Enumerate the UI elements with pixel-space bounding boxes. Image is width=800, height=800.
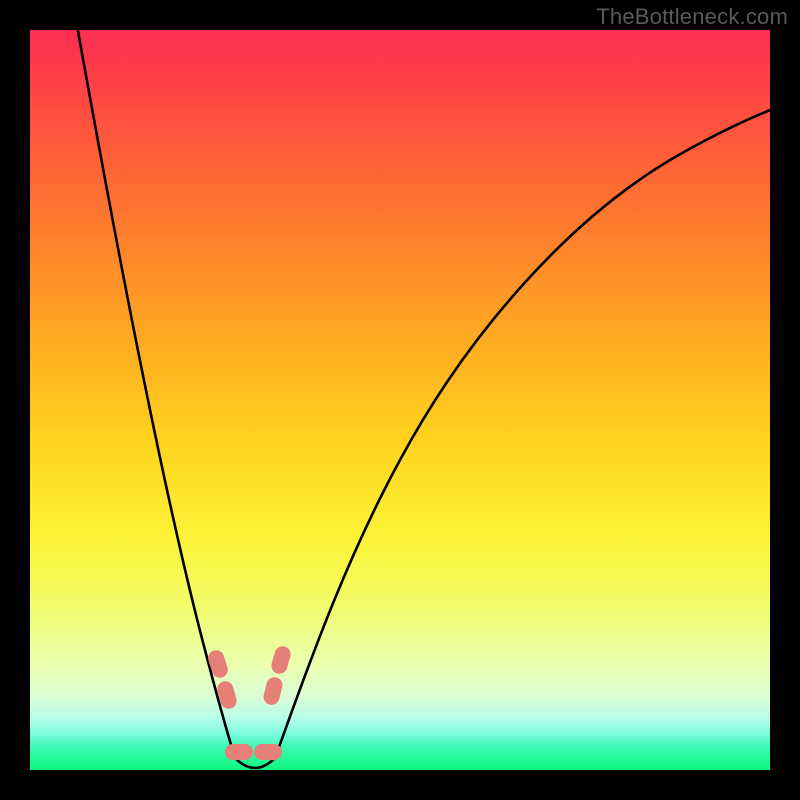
right-node-lower: [262, 675, 284, 706]
watermark-text: TheBottleneck.com: [596, 4, 788, 30]
base-node-right: [254, 744, 282, 760]
node-markers: [30, 30, 770, 770]
chart-frame: [30, 30, 770, 770]
base-node-left: [225, 744, 253, 760]
left-node-upper: [206, 648, 230, 680]
left-node-lower: [215, 679, 238, 710]
right-node-upper: [269, 644, 292, 675]
